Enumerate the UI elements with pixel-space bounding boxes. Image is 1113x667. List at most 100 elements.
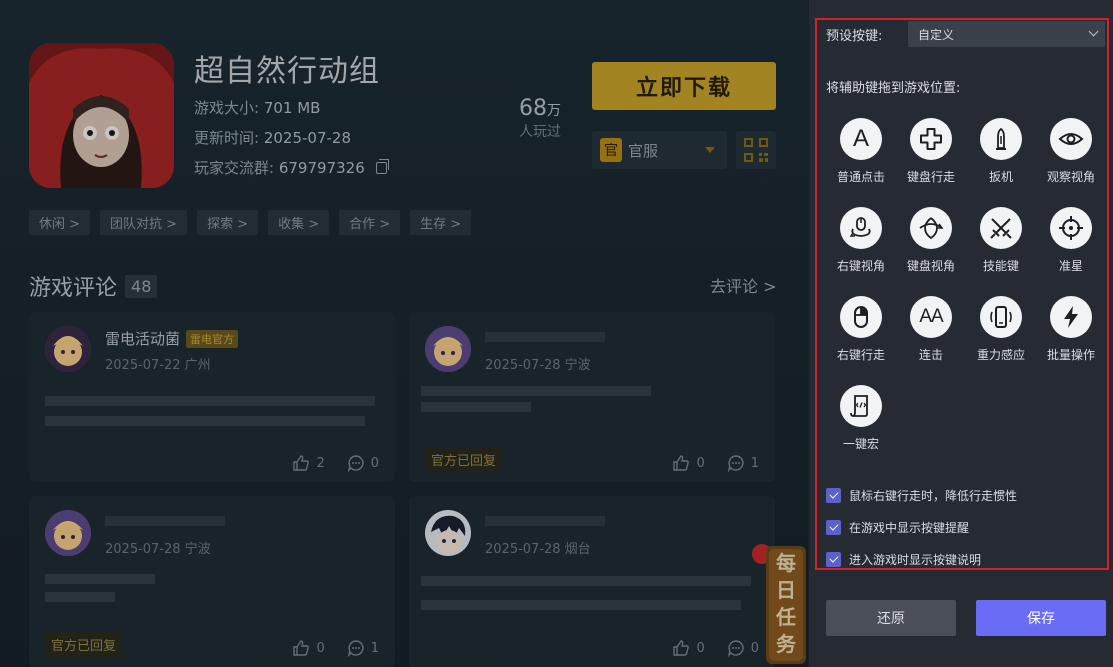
lightning-icon (1050, 296, 1092, 338)
preset-select[interactable]: 自定义 (908, 21, 1105, 47)
like-button[interactable]: 2 (292, 454, 325, 472)
like-count: 2 (316, 455, 325, 471)
review-date: 2025-07-28 宁波 (105, 542, 211, 557)
key-trigger[interactable]: 扳机 (966, 118, 1036, 185)
game-icon (29, 43, 174, 188)
key-crosshair[interactable]: 准星 (1036, 207, 1106, 274)
blurred-text (45, 396, 375, 406)
comment-icon (347, 640, 364, 657)
write-review-link[interactable]: 去评论 > (710, 273, 777, 297)
key-label: 键盘视角 (906, 259, 955, 273)
checkbox-checked-icon[interactable] (826, 551, 841, 567)
tag-item[interactable]: 合作 > (339, 210, 401, 235)
review-stats: 0 1 (292, 639, 379, 657)
comment-count: 0 (370, 455, 379, 471)
daily-task-badge[interactable]: 每 日 任 务 (752, 540, 808, 665)
option-label: 在游戏中显示按键提醒 (849, 520, 970, 535)
preset-label: 预设按键: (826, 29, 883, 44)
avatar[interactable] (425, 510, 471, 556)
qr-code-button[interactable] (736, 131, 776, 169)
like-button[interactable]: 0 (672, 454, 705, 472)
tag-item[interactable]: 休闲 > (29, 210, 91, 235)
comment-button[interactable]: 1 (727, 454, 759, 472)
review-card: 雷电活动菌 雷电官方 2025-07-22 广州 2 0 (29, 312, 395, 482)
avatar[interactable] (425, 326, 471, 372)
comment-icon (347, 455, 364, 472)
key-combo[interactable]: AA 连击 (896, 296, 966, 363)
review-stats: 0 1 (672, 454, 759, 472)
game-detail-page: 超自然行动组 游戏大小: 701 MB 更新时间: 2025-07-28 玩家交… (0, 0, 808, 667)
copy-icon[interactable] (375, 159, 389, 174)
download-button[interactable]: 立即下载 (592, 62, 776, 110)
key-grid: A 普通点击 键盘行走 扳机 观察视角 右键视角 键盘视角 技能键 准星 右键行… (826, 118, 1106, 452)
tag-item[interactable]: 团队对抗 > (100, 210, 188, 235)
daily-task-char: 每 (776, 551, 796, 575)
key-label: 准星 (1058, 259, 1083, 273)
official-replied-badge: 官方已回复 (45, 632, 123, 657)
key-one-click-macro[interactable]: 一键宏 (826, 385, 896, 452)
reset-button[interactable]: 还原 (826, 600, 956, 636)
reviewer-name: 雷电活动菌 雷电官方 (105, 328, 239, 349)
like-count: 0 (696, 455, 705, 471)
key-label: 批量操作 (1046, 348, 1095, 362)
key-glyph: AA (919, 306, 943, 327)
key-right-click-walk[interactable]: 右键行走 (826, 296, 896, 363)
option-show-key-guide[interactable]: 进入游戏时显示按键说明 (826, 551, 1017, 567)
like-button[interactable]: 0 (672, 639, 705, 657)
option-label: 进入游戏时显示按键说明 (849, 552, 982, 567)
comment-button[interactable]: 0 (347, 454, 379, 472)
avatar[interactable] (45, 510, 91, 556)
official-replied-badge: 官方已回复 (425, 447, 503, 472)
option-label: 鼠标右键行走时，降低行走惯性 (849, 488, 1018, 503)
option-show-key-hints[interactable]: 在游戏中显示按键提醒 (826, 519, 1017, 535)
review-date: 2025-07-28 烟台 (485, 542, 591, 557)
key-right-click-view[interactable]: 右键视角 (826, 207, 896, 274)
official-badge: 官 (600, 138, 622, 162)
review-date: 2025-07-28 宁波 (485, 358, 591, 373)
like-count: 0 (316, 640, 325, 656)
review-card: 2025-07-28 宁波 官方已回复 0 1 (409, 312, 775, 482)
key-options: 鼠标右键行走时，降低行走惯性 在游戏中显示按键提醒 进入游戏时显示按键说明 (826, 487, 1017, 583)
tag-item[interactable]: 收集 > (268, 210, 330, 235)
player-count-number: 68 (519, 96, 547, 121)
eye-icon (1050, 118, 1092, 160)
crosshair-icon (1050, 207, 1092, 249)
game-size-value: 701 MB (263, 99, 321, 117)
comment-icon (727, 640, 744, 657)
mouse-icon (840, 296, 882, 338)
review-stats: 2 0 (292, 454, 379, 472)
key-skill[interactable]: 技能键 (966, 207, 1036, 274)
key-keyboard-view[interactable]: 键盘视角 (896, 207, 966, 274)
blurred-text (421, 600, 741, 610)
game-update-time: 更新时间: 2025-07-28 (194, 127, 351, 148)
save-button[interactable]: 保存 (976, 600, 1106, 636)
review-card: 2025-07-28 烟台 0 0 (409, 496, 775, 667)
key-observe-view[interactable]: 观察视角 (1036, 118, 1106, 185)
checkbox-checked-icon[interactable] (826, 519, 841, 535)
letter-a-icon: A (840, 118, 882, 160)
tag-list: 休闲 > 团队对抗 > 探索 > 收集 > 合作 > 生存 > (29, 210, 472, 235)
key-label: 重力感应 (976, 348, 1025, 362)
tag-item[interactable]: 探索 > (197, 210, 259, 235)
checkbox-checked-icon[interactable] (826, 487, 841, 503)
review-stats: 0 0 (672, 639, 759, 657)
avatar[interactable] (45, 326, 91, 372)
key-normal-click[interactable]: A 普通点击 (826, 118, 896, 185)
key-gravity-sensor[interactable]: 重力感应 (966, 296, 1036, 363)
like-button[interactable]: 0 (292, 639, 325, 657)
key-keyboard-walk[interactable]: 键盘行走 (896, 118, 966, 185)
caret-down-icon (705, 147, 715, 153)
key-batch-operation[interactable]: 批量操作 (1036, 296, 1106, 363)
qr-code-icon (744, 138, 768, 162)
option-reduce-inertia[interactable]: 鼠标右键行走时，降低行走惯性 (826, 487, 1017, 503)
tag-item[interactable]: 生存 > (410, 210, 472, 235)
blurred-text (45, 592, 115, 602)
update-time-label: 更新时间: (194, 129, 260, 147)
server-select[interactable]: 官 官服 (592, 131, 727, 169)
comment-button[interactable]: 1 (347, 639, 379, 657)
official-tag: 雷电官方 (186, 329, 239, 348)
review-date: 2025-07-22 广州 (105, 358, 211, 373)
thumbs-up-icon (293, 455, 310, 471)
daily-task-char: 务 (776, 632, 797, 656)
mouse-rotate-icon (840, 207, 882, 249)
